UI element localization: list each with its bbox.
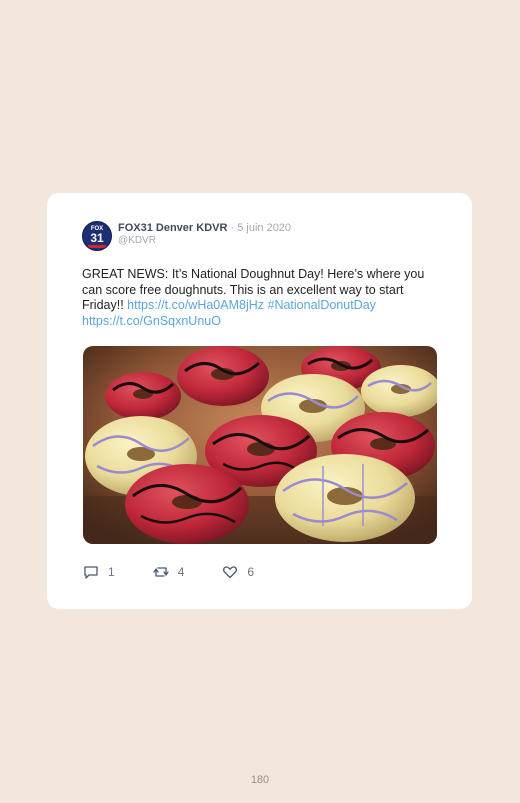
tweet-media[interactable] (83, 346, 437, 544)
tweet-date[interactable]: 5 juin 2020 (237, 222, 291, 234)
tweet-header: FOX 31 FOX31 Denver KDVR · 5 juin 2020 @… (82, 221, 291, 251)
retweet-action[interactable]: 4 (153, 564, 185, 580)
author-line: FOX31 Denver KDVR · 5 juin 2020 (118, 221, 291, 235)
tweet-link-1[interactable]: https://t.co/wHa0AM8jHz (127, 298, 264, 312)
author-name[interactable]: FOX31 Denver KDVR (118, 222, 227, 234)
separator: · (227, 222, 238, 234)
retweet-count: 4 (177, 565, 185, 579)
avatar[interactable]: FOX 31 (82, 221, 112, 251)
tweet-text: GREAT NEWS: It’s National Doughnut Day! … (82, 267, 442, 329)
doughnuts-photo (83, 346, 437, 544)
author-meta: FOX31 Denver KDVR · 5 juin 2020 @KDVR (118, 221, 291, 247)
like-action[interactable]: 6 (222, 564, 254, 580)
reply-icon (84, 566, 98, 579)
like-count: 6 (247, 565, 255, 579)
page-number: 180 (250, 774, 270, 786)
hashtag-link[interactable]: #NationalDonutDay (268, 298, 376, 312)
tweet-link-2[interactable]: https://t.co/GnSqxnUnuO (82, 314, 221, 328)
tweet-actions: 1 4 6 (83, 564, 292, 580)
retweet-icon (153, 567, 169, 577)
reply-count: 1 (108, 565, 115, 579)
reply-action[interactable]: 1 (83, 564, 115, 580)
avatar-logo-number: 31 (90, 231, 104, 245)
tweet-card: FOX 31 FOX31 Denver KDVR · 5 juin 2020 @… (47, 193, 472, 609)
avatar-logo-bar (88, 245, 106, 248)
heart-icon (223, 566, 238, 579)
author-handle[interactable]: @KDVR (118, 235, 291, 247)
